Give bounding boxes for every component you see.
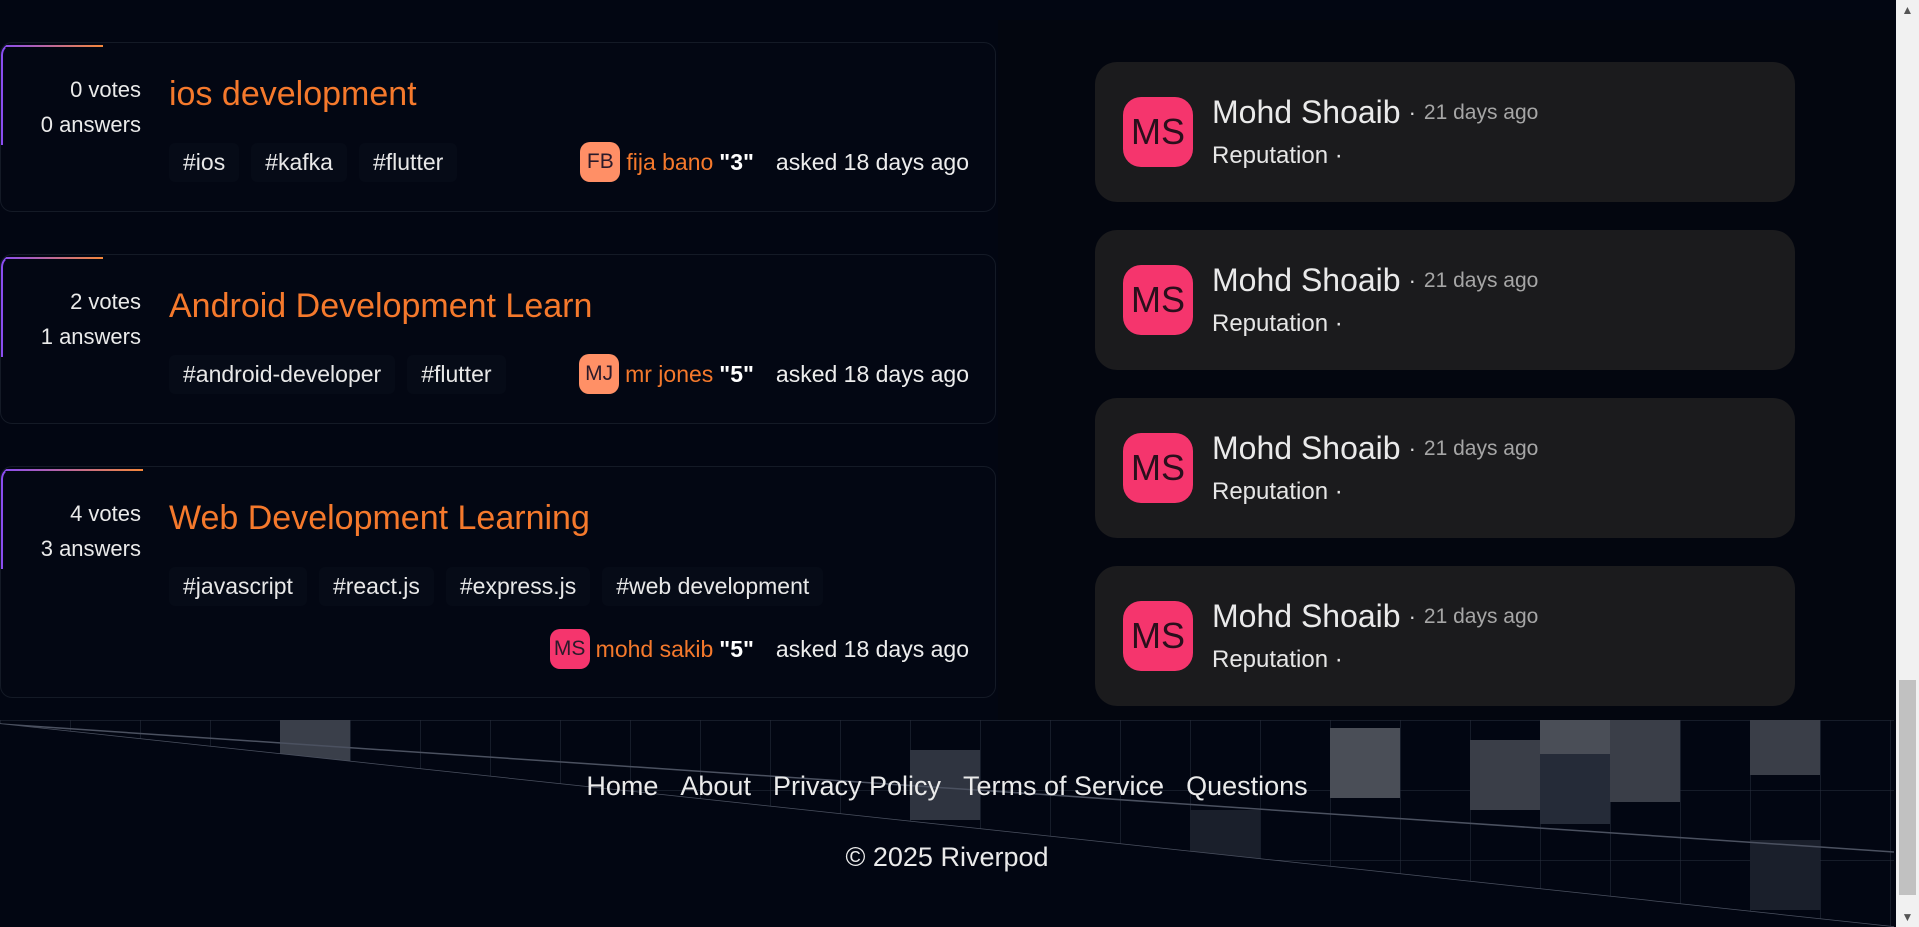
avatar[interactable]: FB (580, 142, 621, 182)
user-name[interactable]: Mohd Shoaib (1212, 430, 1401, 467)
user-header: Mohd Shoaib · 21 days ago (1212, 262, 1538, 299)
user-reputation: Reputation · (1212, 142, 1343, 169)
users-panel: MS Mohd Shoaib · 21 days ago Reputation … (998, 20, 1894, 720)
asked-time: asked 18 days ago (775, 148, 969, 175)
separator-dot: · (1408, 435, 1416, 461)
tag[interactable]: #kafka (251, 143, 347, 182)
footer-link-about[interactable]: About (680, 771, 751, 802)
copyright: © 2025 Riverpod (845, 842, 1049, 872)
question-stats: 4 votes 3 answers (1, 496, 141, 566)
asker-info: MS mohd sakib "5" asked 18 days ago (549, 629, 969, 669)
avatar[interactable]: MJ (579, 354, 620, 394)
question-list: 0 votes 0 answers ios development #ios #… (0, 0, 998, 720)
asker-name[interactable]: mr jones (625, 361, 713, 388)
user-joined-time: 21 days ago (1423, 436, 1539, 460)
asker-reputation: "5" (719, 635, 754, 662)
question-card[interactable]: 0 votes 0 answers ios development #ios #… (0, 42, 996, 212)
user-header: Mohd Shoaib · 21 days ago (1212, 430, 1538, 467)
avatar[interactable]: MS (1123, 97, 1193, 167)
separator-dot: · (1408, 603, 1416, 629)
tag[interactable]: #react.js (318, 567, 434, 606)
avatar[interactable]: MS (549, 629, 590, 669)
asker-name[interactable]: mohd sakib (596, 636, 714, 663)
scroll-thumb[interactable] (1899, 680, 1916, 895)
vote-count: 2 votes (70, 289, 141, 314)
user-name[interactable]: Mohd Shoaib (1212, 262, 1401, 299)
avatar[interactable]: MS (1123, 601, 1193, 671)
asker-name[interactable]: fija bano (626, 149, 713, 176)
user-joined-time: 21 days ago (1423, 100, 1539, 124)
user-reputation: Reputation · (1212, 646, 1343, 673)
vote-count: 0 votes (70, 77, 141, 102)
tag[interactable]: #web development (602, 567, 824, 606)
answer-count: 3 answers (40, 536, 141, 561)
footer-link-home[interactable]: Home (586, 771, 658, 802)
tag-list: #javascript #react.js #express.js #web d… (169, 567, 824, 606)
question-title[interactable]: Android Development Learn (169, 287, 592, 326)
scroll-down-arrow-icon[interactable]: ▼ (1896, 907, 1919, 927)
footer-link-privacy[interactable]: Privacy Policy (773, 771, 941, 802)
question-title[interactable]: ios development (169, 75, 417, 114)
scrollbar[interactable]: ▲ ▼ (1896, 0, 1919, 927)
vote-count: 4 votes (70, 501, 141, 526)
separator-dot: · (1408, 267, 1416, 293)
avatar[interactable]: MS (1123, 433, 1193, 503)
user-joined-time: 21 days ago (1423, 268, 1539, 292)
user-card[interactable]: MS Mohd Shoaib · 21 days ago Reputation … (1095, 230, 1795, 370)
asker-info: FB fija bano "3" asked 18 days ago (580, 142, 969, 182)
user-reputation: Reputation · (1212, 310, 1343, 337)
asker-reputation: "5" (719, 360, 754, 387)
footer-grid-background (0, 720, 1894, 927)
grid-pattern (0, 720, 1894, 927)
answer-count: 0 answers (40, 112, 141, 137)
tag[interactable]: #android-developer (169, 355, 396, 394)
user-joined-time: 21 days ago (1423, 604, 1539, 628)
tag-list: #ios #kafka #flutter (169, 143, 458, 182)
separator-dot: · (1408, 99, 1416, 125)
avatar[interactable]: MS (1123, 265, 1193, 335)
tag[interactable]: #flutter (358, 143, 458, 182)
asked-time: asked 18 days ago (775, 635, 969, 662)
user-header: Mohd Shoaib · 21 days ago (1212, 598, 1538, 635)
user-card[interactable]: MS Mohd Shoaib · 21 days ago Reputation … (1095, 398, 1795, 538)
footer-link-questions[interactable]: Questions (1186, 771, 1308, 802)
user-header: Mohd Shoaib · 21 days ago (1212, 94, 1538, 131)
tag[interactable]: #javascript (169, 567, 307, 606)
tag[interactable]: #express.js (445, 567, 591, 606)
question-stats: 0 votes 0 answers (1, 72, 141, 142)
footer-link-terms[interactable]: Terms of Service (963, 771, 1164, 802)
answer-count: 1 answers (40, 324, 141, 349)
user-reputation: Reputation · (1212, 478, 1343, 505)
user-name[interactable]: Mohd Shoaib (1212, 94, 1401, 131)
footer-nav: Home About Privacy Policy Terms of Servi… (0, 771, 1894, 802)
tag-list: #android-developer #flutter (169, 355, 506, 394)
user-card[interactable]: MS Mohd Shoaib · 21 days ago Reputation … (1095, 62, 1795, 202)
question-stats: 2 votes 1 answers (1, 284, 141, 354)
question-card[interactable]: 2 votes 1 answers Android Development Le… (0, 254, 996, 424)
asker-info: MJ mr jones "5" asked 18 days ago (579, 354, 969, 394)
tag[interactable]: #ios (169, 143, 240, 182)
question-title[interactable]: Web Development Learning (169, 499, 590, 538)
question-card[interactable]: 4 votes 3 answers Web Development Learni… (0, 466, 996, 698)
asked-time: asked 18 days ago (775, 360, 969, 387)
asker-reputation: "3" (719, 148, 754, 175)
user-card[interactable]: MS Mohd Shoaib · 21 days ago Reputation … (1095, 566, 1795, 706)
user-name[interactable]: Mohd Shoaib (1212, 598, 1401, 635)
scroll-up-arrow-icon[interactable]: ▲ (1896, 0, 1919, 20)
tag[interactable]: #flutter (407, 355, 506, 394)
